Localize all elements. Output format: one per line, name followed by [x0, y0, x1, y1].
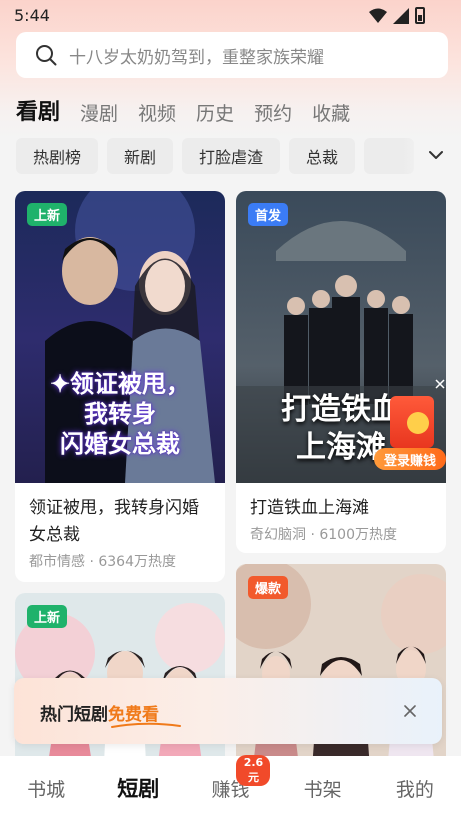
status-icons — [369, 7, 425, 24]
tab-video[interactable]: 视频 — [138, 99, 176, 126]
drama-card[interactable]: 上新 ✦领证被甩， 我转身 闪婚女总裁 领证被甩，我转身闪婚女总裁 都市情感 ·… — [15, 191, 225, 582]
search-icon — [36, 45, 57, 66]
nav-bookshelf[interactable]: 书架 — [283, 775, 363, 802]
badge-new: 上新 — [27, 203, 68, 226]
nav-earn-money[interactable]: 赚钱 2.6元 — [190, 754, 271, 802]
redpacket-label: 登录赚钱 — [374, 448, 446, 470]
close-icon[interactable] — [434, 378, 446, 390]
card-title: 打造铁血上海滩 — [250, 498, 369, 518]
bottom-nav: 书城 短剧 赚钱 2.6元 书架 我的 — [0, 754, 461, 820]
filter-chips: 热剧榜 新剧 打脸虐渣 总裁 — [16, 138, 415, 174]
earn-badge: 2.6元 — [236, 754, 271, 786]
search-bar[interactable]: 十八岁太奶奶驾到，重整家族荣耀 — [16, 32, 448, 78]
redpacket-icon — [390, 396, 434, 448]
card-meta: 奇幻脑洞 · 6100万热度 — [250, 527, 397, 543]
signal-icon — [393, 7, 409, 24]
nav-profile[interactable]: 我的 — [375, 775, 455, 802]
promo-banner[interactable]: 热门短剧免费看 — [14, 678, 442, 744]
tab-history[interactable]: 历史 — [196, 99, 234, 126]
chevron-down-icon[interactable] — [429, 150, 443, 160]
card-title: 领证被甩，我转身闪婚女总裁 — [29, 498, 199, 545]
wifi-icon — [369, 8, 387, 23]
promo-title: 热门短剧 — [40, 705, 108, 725]
chip-hot-list[interactable]: 热剧榜 — [16, 138, 99, 174]
badge-hot: 爆款 — [248, 576, 289, 599]
chip-new-drama[interactable]: 新剧 — [107, 138, 174, 174]
login-earn-redpacket[interactable]: 登录赚钱 — [374, 379, 446, 470]
chip-face-slap[interactable]: 打脸虐渣 — [182, 138, 281, 174]
badge-premiere: 首发 — [248, 203, 289, 226]
poster-caption: ✦领证被甩， 我转身 闪婚女总裁 — [15, 369, 225, 459]
coin-icon — [407, 412, 429, 434]
status-bar: 5:44 — [0, 0, 461, 30]
tab-favorites[interactable]: 收藏 — [312, 99, 350, 126]
drama-card[interactable]: 爆款 — [236, 564, 446, 783]
poster-caption-line: ✦领证被甩， — [49, 369, 191, 398]
poster-caption-line: 我转身 — [84, 399, 156, 428]
nav-bookstore[interactable]: 书城 — [6, 775, 86, 802]
poster-caption-line: 闪婚女总裁 — [60, 429, 180, 458]
search-placeholder: 十八岁太奶奶驾到，重整家族荣耀 — [69, 47, 324, 68]
tab-comic-drama[interactable]: 漫剧 — [80, 99, 118, 126]
category-tabs: 看剧 漫剧 视频 历史 预约 收藏 — [16, 94, 350, 126]
tab-watch[interactable]: 看剧 — [16, 94, 60, 126]
badge-new: 上新 — [27, 605, 68, 628]
close-icon[interactable] — [404, 705, 416, 717]
status-time: 5:44 — [14, 6, 50, 25]
battery-icon — [415, 7, 425, 24]
tab-reservation[interactable]: 预约 — [254, 99, 292, 126]
drama-card[interactable]: 首发 打造铁血 上海滩 打造铁血上海滩 奇幻脑洞 · 6100万热度 — [236, 191, 446, 553]
chip-ceo[interactable]: 总裁 — [289, 138, 356, 174]
nav-short-drama[interactable]: 短剧 — [98, 773, 178, 803]
card-meta: 都市情感 · 6364万热度 — [29, 554, 176, 570]
underline-decoration — [111, 722, 181, 728]
